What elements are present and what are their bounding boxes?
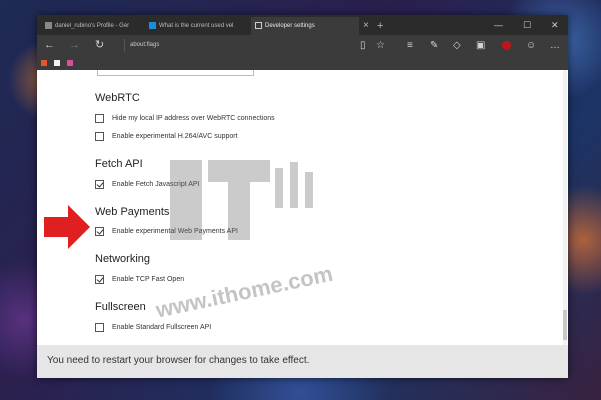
forward-button[interactable]: → <box>69 37 80 54</box>
fav-2-icon[interactable] <box>54 60 60 66</box>
page-icon <box>255 21 262 29</box>
address-bar[interactable]: about:flags <box>124 39 330 52</box>
option-label: Enable Fetch Javascript API <box>112 181 200 188</box>
feedback-icon[interactable]: ☺ <box>526 39 536 52</box>
checkbox[interactable] <box>95 323 104 332</box>
red-arrow-icon <box>44 205 90 249</box>
option-label: Hide my local IP address over WebRTC con… <box>112 115 275 122</box>
back-button[interactable]: ← <box>44 37 55 54</box>
checkbox[interactable] <box>95 180 104 189</box>
favorite-star-icon[interactable]: ☆ <box>376 39 385 52</box>
hub-icon[interactable]: ≡ <box>407 39 413 52</box>
checkbox[interactable] <box>95 227 104 236</box>
option-label: Enable experimental Web Payments API <box>112 228 238 235</box>
section-webrtc-title: WebRTC <box>95 92 140 104</box>
tab-label: Developer settings <box>265 23 315 29</box>
more-icon[interactable]: … <box>550 39 560 52</box>
reading-view-icon[interactable]: ▯ <box>360 39 366 52</box>
checkbox[interactable] <box>95 275 104 284</box>
fav-1-icon[interactable] <box>41 60 47 66</box>
restart-notice-text: You need to restart your browser for cha… <box>47 355 310 366</box>
checkbox[interactable] <box>95 114 104 123</box>
adblock-icon[interactable] <box>502 41 511 50</box>
option-label: Enable TCP Fast Open <box>112 276 185 283</box>
profile-icon <box>45 21 52 29</box>
favorites-bar <box>37 56 568 70</box>
maximize-button[interactable]: ☐ <box>523 18 531 32</box>
minimize-button[interactable]: — <box>494 18 503 32</box>
scrollbar-thumb[interactable] <box>563 310 567 340</box>
tab-current-used[interactable]: What is the current used vel <box>145 17 249 35</box>
tab-close-icon[interactable]: × <box>359 17 373 35</box>
navigation-bar: ← → ↻ about:flags ▯ ☆ ≡ ✎ ◇ ▣ ☺ … <box>37 35 568 56</box>
tab-label: What is the current used vel <box>159 23 234 29</box>
option-label: Enable experimental H.264/AVC support <box>112 133 238 140</box>
section-fullscreen-title: Fullscreen <box>95 301 146 313</box>
extension-icon[interactable]: ▣ <box>476 39 485 52</box>
restart-notice-bar: You need to restart your browser for cha… <box>37 345 568 378</box>
flags-content: WebRTC Hide my local IP address over Web… <box>37 70 568 345</box>
share-icon[interactable]: ◇ <box>453 39 461 52</box>
section-fetch-title: Fetch API <box>95 158 143 170</box>
fav-3-icon[interactable] <box>67 60 73 66</box>
browser-window: daniel_rubino's Profile - Ger What is th… <box>37 15 568 378</box>
option-label: Enable Standard Fullscreen API <box>112 324 212 331</box>
checkbox[interactable] <box>95 132 104 141</box>
text-field[interactable] <box>97 70 254 76</box>
close-button[interactable]: ✕ <box>551 18 559 32</box>
title-bar: daniel_rubino's Profile - Ger What is th… <box>37 15 568 35</box>
tab-label: daniel_rubino's Profile - Ger <box>55 23 130 29</box>
tab-developer-settings[interactable]: Developer settings <box>251 17 359 35</box>
scrollbar[interactable] <box>563 70 567 345</box>
section-networking-title: Networking <box>95 253 151 265</box>
new-tab-button[interactable]: + <box>373 17 387 35</box>
bing-icon <box>149 21 156 29</box>
tab-profile[interactable]: daniel_rubino's Profile - Ger <box>41 17 143 35</box>
refresh-button[interactable]: ↻ <box>95 37 104 54</box>
section-web-payments-title: Web Payments <box>95 206 170 218</box>
web-note-icon[interactable]: ✎ <box>430 39 438 52</box>
